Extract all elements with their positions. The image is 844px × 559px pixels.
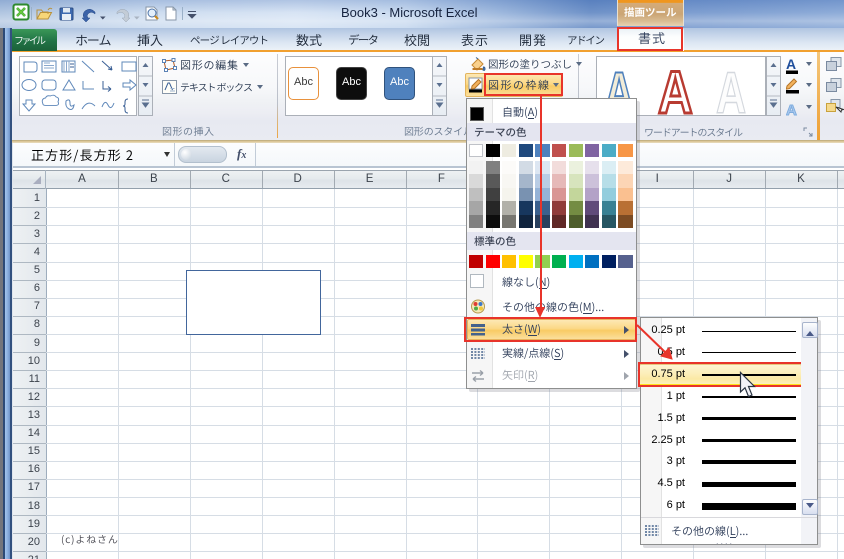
svg-text:A: A [786, 102, 797, 119]
svg-text:A: A [786, 57, 796, 72]
